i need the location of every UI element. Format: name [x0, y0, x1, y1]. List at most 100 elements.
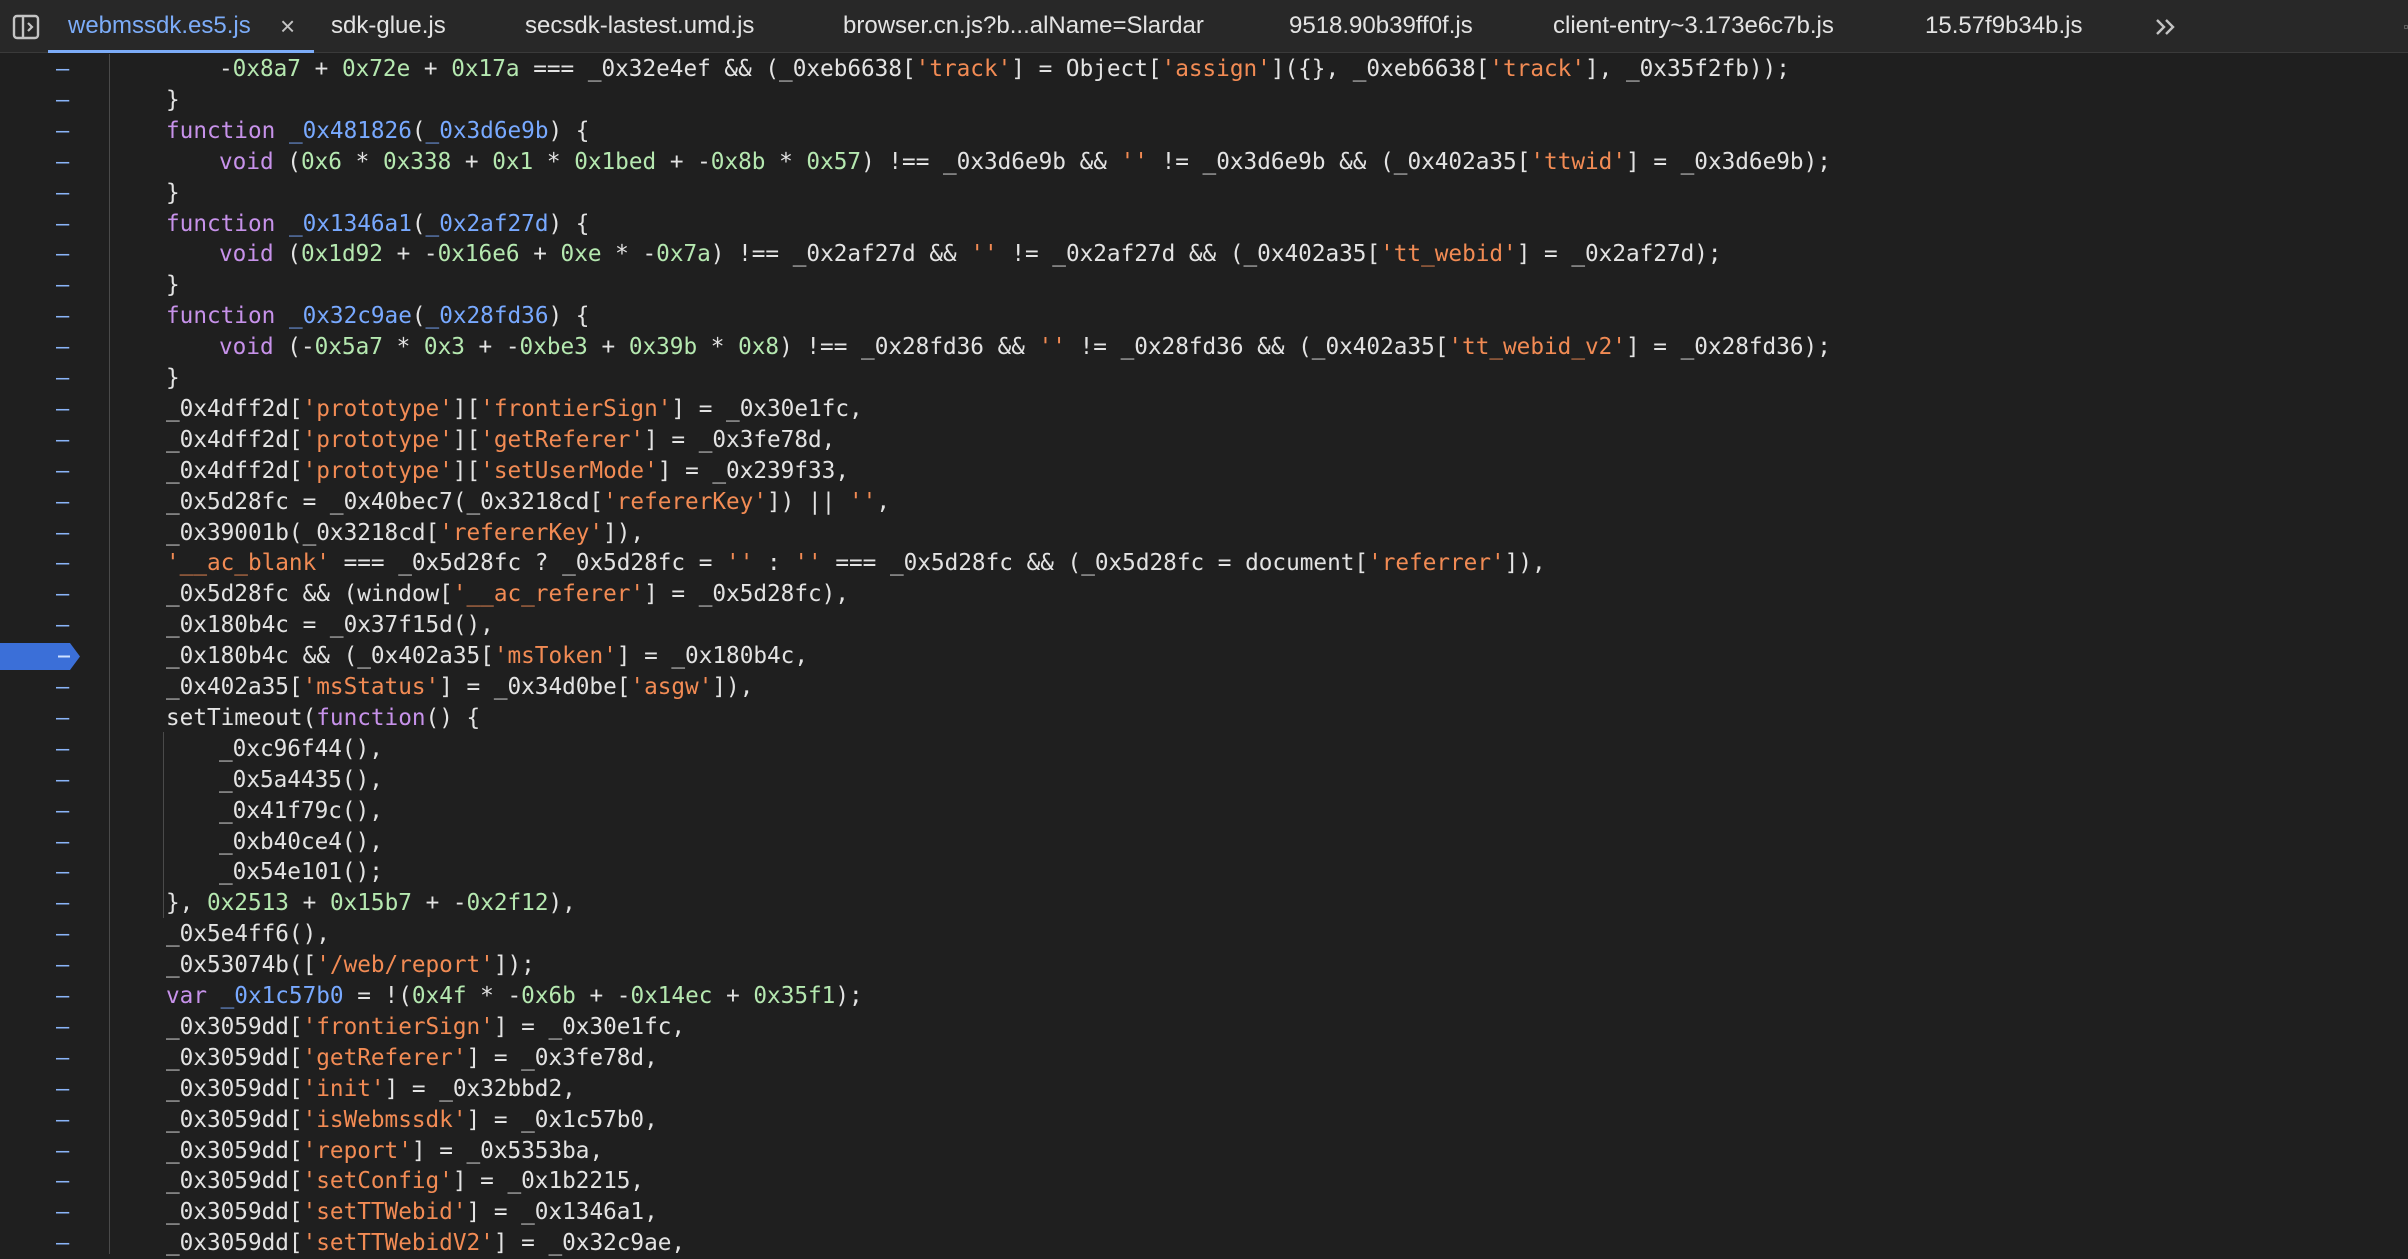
line-gutter-marker[interactable]: – [56, 703, 69, 734]
tab-secsdk[interactable]: secsdk-lastest.umd.js [525, 0, 754, 52]
code-line[interactable]: – _0x5e4ff6(), [0, 919, 2408, 950]
line-gutter-marker[interactable]: – [56, 1043, 69, 1074]
code-line[interactable]: – void (-0x5a7 * 0x3 + -0xbe3 + 0x39b * 0… [0, 332, 2408, 363]
code-text: _0x3059dd['isWebmssdk'] = _0x1c57b0, [166, 1105, 658, 1136]
code-line[interactable]: –} [0, 85, 2408, 116]
line-gutter-marker[interactable]: – [56, 363, 69, 394]
code-line[interactable]: – _0x3059dd['report'] = _0x5353ba, [0, 1136, 2408, 1167]
line-gutter-marker[interactable]: – [56, 209, 69, 240]
code-line[interactable]: – _0x3059dd['setTTWebid'] = _0x1346a1, [0, 1197, 2408, 1228]
code-line[interactable]: – _0x3059dd['getReferer'] = _0x3fe78d, [0, 1043, 2408, 1074]
line-gutter-marker[interactable]: – [56, 487, 69, 518]
code-token: 'tt_webid' [1380, 241, 1517, 268]
line-gutter-marker[interactable]: – [56, 425, 69, 456]
line-gutter-marker[interactable]: – [56, 85, 69, 116]
code-line[interactable]: – _0x402a35['msStatus'] = _0x34d0be['asgw… [0, 672, 2408, 703]
line-gutter-marker[interactable]: – [56, 178, 69, 209]
sidebar-toggle-icon[interactable] [6, 0, 46, 53]
line-gutter-marker[interactable]: – [56, 734, 69, 765]
code-token: ] = _0x30e1fc, [493, 1013, 686, 1040]
code-line[interactable]: – _0x4dff2d['prototype']['getReferer'] = … [0, 425, 2408, 456]
code-line[interactable]: – _0x5a4435(), [0, 765, 2408, 796]
code-line[interactable]: –} [0, 178, 2408, 209]
code-token: 0x16e6 [437, 241, 520, 268]
tab-9518[interactable]: 9518.90b39ff0f.js [1289, 0, 1473, 52]
code-line[interactable]: – function _0x32c9ae(_0x28fd36) { [0, 301, 2408, 332]
code-line[interactable]: – _0x3059dd['frontierSign'] = _0x30e1fc, [0, 1012, 2408, 1043]
line-gutter-marker[interactable]: – [56, 1105, 69, 1136]
line-gutter-marker[interactable]: – [56, 1166, 69, 1197]
line-gutter-marker[interactable]: – [56, 456, 69, 487]
line-gutter-marker[interactable]: – [56, 765, 69, 796]
code-line[interactable]: –}, 0x2513 + 0x15b7 + -0x2f12), [0, 888, 2408, 919]
line-gutter-marker[interactable]: – [56, 270, 69, 301]
line-gutter-marker[interactable]: – [56, 857, 69, 888]
code-line[interactable]: – '__ac_blank' === _0x5d28fc ? _0x5d28fc … [0, 548, 2408, 579]
line-gutter-marker[interactable]: – [56, 116, 69, 147]
line-gutter-marker[interactable]: – [56, 1228, 69, 1259]
line-gutter-marker[interactable]: – [56, 332, 69, 363]
tab-sdk-glue[interactable]: sdk-glue.js [331, 0, 446, 52]
code-line[interactable]: – _0xb40ce4(), [0, 827, 2408, 858]
code-line[interactable]: – _0x39001b(_0x3218cd['refererKey']), [0, 518, 2408, 549]
line-gutter-marker[interactable]: – [56, 888, 69, 919]
code-line[interactable]: – _0x54e101(); [0, 857, 2408, 888]
code-line[interactable]: – function _0x1346a1(_0x2af27d) { [0, 209, 2408, 240]
code-line[interactable]: – void (0x1d92 + -0x16e6 + 0xe * -0x7a) !… [0, 239, 2408, 270]
source-code-editor[interactable]: – -0x8a7 + 0x72e + 0x17a === _0x32e4ef &&… [0, 54, 2408, 1256]
line-gutter-marker[interactable]: – [56, 981, 69, 1012]
code-line[interactable]: – -0x8a7 + 0x72e + 0x17a === _0x32e4ef &&… [0, 54, 2408, 85]
code-token: ]); [493, 952, 535, 979]
code-line[interactable]: – _0x3059dd['init'] = _0x32bbd2, [0, 1074, 2408, 1105]
code-line[interactable]: _0x180b4c && (_0x402a35['msToken'] = _0x… [0, 641, 2408, 672]
tab-15-57f9b34b[interactable]: 15.57f9b34b.js [1925, 0, 2082, 52]
line-gutter-marker[interactable]: – [56, 147, 69, 178]
code-line[interactable]: – _0x3059dd['isWebmssdk'] = _0x1c57b0, [0, 1105, 2408, 1136]
code-line[interactable]: – _0x3059dd['setConfig'] = _0x1b2215, [0, 1166, 2408, 1197]
line-gutter-marker[interactable]: – [56, 1074, 69, 1105]
line-gutter-marker[interactable]: – [56, 301, 69, 332]
code-token: ] = _0x30e1fc, [671, 395, 863, 422]
code-line[interactable]: – function _0x481826(_0x3d6e9b) { [0, 116, 2408, 147]
code-line[interactable]: –} [0, 270, 2408, 301]
code-line[interactable]: – _0x5d28fc && (window['__ac_referer'] = … [0, 579, 2408, 610]
close-tab-icon[interactable]: × [280, 0, 295, 52]
line-gutter-marker[interactable]: – [56, 548, 69, 579]
code-line[interactable]: – _0x4dff2d['prototype']['frontierSign'] … [0, 394, 2408, 425]
code-line[interactable]: – void (0x6 * 0x338 + 0x1 * 0x1bed + -0x8… [0, 147, 2408, 178]
code-token: '' [794, 550, 822, 577]
code-line[interactable]: – setTimeout(function() { [0, 703, 2408, 734]
code-line[interactable]: – _0xc96f44(), [0, 734, 2408, 765]
code-text: _0x4dff2d['prototype']['getReferer'] = _… [166, 425, 835, 456]
line-gutter-marker[interactable]: – [56, 1197, 69, 1228]
line-gutter-marker[interactable]: – [56, 610, 69, 641]
code-line[interactable]: –} [0, 363, 2408, 394]
code-token: 0xe [560, 241, 602, 268]
code-line[interactable]: – _0x41f79c(), [0, 796, 2408, 827]
line-gutter-marker[interactable]: – [56, 827, 69, 858]
chevrons-right-icon[interactable] [2148, 0, 2184, 53]
line-gutter-marker[interactable]: – [56, 394, 69, 425]
line-gutter-marker[interactable]: – [56, 54, 69, 85]
code-line[interactable]: – var _0x1c57b0 = !(0x4f * -0x6b + -0x14e… [0, 981, 2408, 1012]
tab-browser-cn[interactable]: browser.cn.js?b...alName=Slardar [843, 0, 1204, 52]
line-gutter-marker[interactable]: – [56, 950, 69, 981]
line-gutter-marker[interactable]: – [56, 579, 69, 610]
sidebar-right-icon[interactable] [2392, 0, 2408, 53]
code-line[interactable]: – _0x5d28fc = _0x40bec7(_0x3218cd['refere… [0, 487, 2408, 518]
line-gutter-marker[interactable]: – [56, 1136, 69, 1167]
code-line[interactable]: – _0x4dff2d['prototype']['setUserMode'] =… [0, 456, 2408, 487]
breakpoint-marker[interactable] [0, 643, 80, 671]
line-gutter-marker[interactable]: – [56, 796, 69, 827]
line-gutter-marker[interactable]: – [56, 672, 69, 703]
code-line[interactable]: – _0x180b4c = _0x37f15d(), [0, 610, 2408, 641]
line-gutter-marker[interactable]: – [56, 518, 69, 549]
line-gutter-marker[interactable]: – [56, 919, 69, 950]
line-gutter-marker[interactable]: – [56, 239, 69, 270]
tab-client-entry[interactable]: client-entry~3.173e6c7b.js [1553, 0, 1834, 52]
code-line[interactable]: – _0x3059dd['setTTWebidV2'] = _0x32c9ae, [0, 1228, 2408, 1259]
code-line[interactable]: – _0x53074b(['/web/report']); [0, 950, 2408, 981]
code-token: _0x32c9ae [288, 303, 412, 330]
line-gutter-marker[interactable]: – [56, 1012, 69, 1043]
tab-webmssdk[interactable]: webmssdk.es5.js [68, 0, 251, 52]
